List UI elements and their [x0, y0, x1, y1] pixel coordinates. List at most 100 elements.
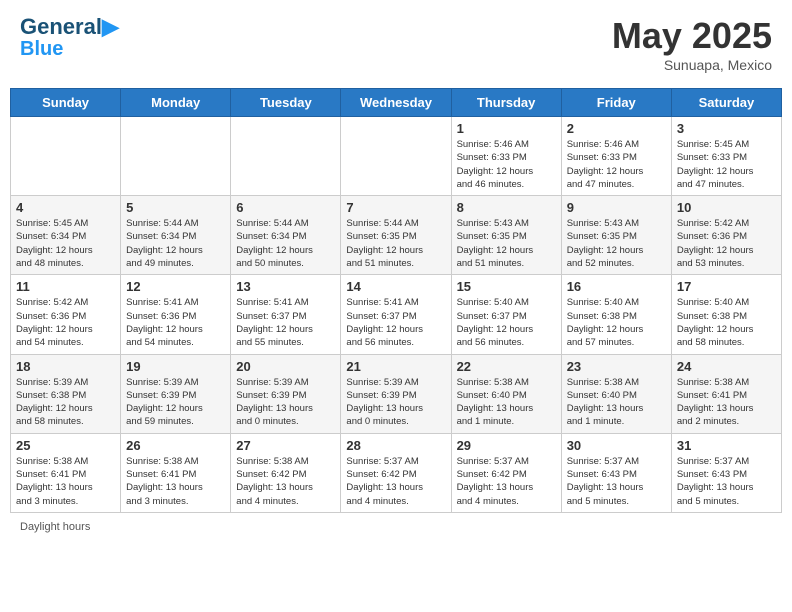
- calendar-day-cell: 9 Sunrise: 5:43 AM Sunset: 6:35 PM Daylig…: [561, 196, 671, 275]
- calendar-day-cell: 3 Sunrise: 5:45 AM Sunset: 6:33 PM Daylig…: [671, 117, 781, 196]
- calendar-day-cell: 27Sunrise: 5:38 AM Sunset: 6:42 PM Dayli…: [231, 433, 341, 512]
- calendar-day-cell: 11 Sunrise: 5:42 AM Sunset: 6:36 PM Dayli…: [11, 275, 121, 354]
- day-number: 21: [346, 359, 445, 374]
- calendar-day-cell: 15 Sunrise: 5:40 AM Sunset: 6:37 PM Dayli…: [451, 275, 561, 354]
- day-number: 16: [567, 279, 666, 294]
- day-info: Sunrise: 5:42 AM Sunset: 6:36 PM Dayligh…: [16, 296, 115, 349]
- day-info: Sunrise: 5:37 AM Sunset: 6:42 PM Dayligh…: [457, 455, 556, 508]
- day-info: Sunrise: 5:39 AM Sunset: 6:38 PM Dayligh…: [16, 376, 115, 429]
- calendar-day-cell: 23Sunrise: 5:38 AM Sunset: 6:40 PM Dayli…: [561, 354, 671, 433]
- day-of-week-header: Sunday: [11, 89, 121, 117]
- calendar-week-row: 25 Sunrise: 5:38 AM Sunset: 6:41 PM Dayli…: [11, 433, 782, 512]
- day-number: 22: [457, 359, 556, 374]
- calendar-day-cell: 7 Sunrise: 5:44 AM Sunset: 6:35 PM Daylig…: [341, 196, 451, 275]
- footer-label: Daylight hours: [20, 521, 90, 533]
- day-number: 20: [236, 359, 335, 374]
- calendar-day-cell: 30Sunrise: 5:37 AM Sunset: 6:43 PM Dayli…: [561, 433, 671, 512]
- logo-text: General▶: [20, 15, 119, 39]
- calendar-day-cell: 19 Sunrise: 5:39 AM Sunset: 6:39 PM Dayli…: [121, 354, 231, 433]
- calendar-day-cell: 5 Sunrise: 5:44 AM Sunset: 6:34 PM Daylig…: [121, 196, 231, 275]
- day-of-week-header: Monday: [121, 89, 231, 117]
- day-info: Sunrise: 5:41 AM Sunset: 6:37 PM Dayligh…: [236, 296, 335, 349]
- logo-blue: Blue: [20, 39, 119, 59]
- day-info: Sunrise: 5:43 AM Sunset: 6:35 PM Dayligh…: [567, 217, 666, 270]
- calendar-day-cell: 26Sunrise: 5:38 AM Sunset: 6:41 PM Dayli…: [121, 433, 231, 512]
- calendar-day-cell: 24 Sunrise: 5:38 AM Sunset: 6:41 PM Dayli…: [671, 354, 781, 433]
- day-number: 31: [677, 438, 776, 453]
- day-info: Sunrise: 5:37 AM Sunset: 6:43 PM Dayligh…: [567, 455, 666, 508]
- calendar-week-row: 11 Sunrise: 5:42 AM Sunset: 6:36 PM Dayli…: [11, 275, 782, 354]
- calendar-day-cell: 12Sunrise: 5:41 AM Sunset: 6:36 PM Dayli…: [121, 275, 231, 354]
- day-number: 10: [677, 200, 776, 215]
- calendar-week-row: 1 Sunrise: 5:46 AM Sunset: 6:33 PM Daylig…: [11, 117, 782, 196]
- day-number: 18: [16, 359, 115, 374]
- day-info: Sunrise: 5:41 AM Sunset: 6:36 PM Dayligh…: [126, 296, 225, 349]
- day-info: Sunrise: 5:44 AM Sunset: 6:35 PM Dayligh…: [346, 217, 445, 270]
- day-info: Sunrise: 5:44 AM Sunset: 6:34 PM Dayligh…: [126, 217, 225, 270]
- day-number: 2: [567, 121, 666, 136]
- calendar-day-cell: [341, 117, 451, 196]
- day-number: 14: [346, 279, 445, 294]
- day-of-week-header: Thursday: [451, 89, 561, 117]
- day-number: 19: [126, 359, 225, 374]
- day-info: Sunrise: 5:45 AM Sunset: 6:34 PM Dayligh…: [16, 217, 115, 270]
- day-number: 25: [16, 438, 115, 453]
- calendar-day-cell: 6 Sunrise: 5:44 AM Sunset: 6:34 PM Daylig…: [231, 196, 341, 275]
- day-number: 23: [567, 359, 666, 374]
- day-info: Sunrise: 5:45 AM Sunset: 6:33 PM Dayligh…: [677, 138, 776, 191]
- calendar-week-row: 18 Sunrise: 5:39 AM Sunset: 6:38 PM Dayli…: [11, 354, 782, 433]
- day-number: 5: [126, 200, 225, 215]
- calendar-day-cell: [121, 117, 231, 196]
- day-info: Sunrise: 5:46 AM Sunset: 6:33 PM Dayligh…: [457, 138, 556, 191]
- day-info: Sunrise: 5:38 AM Sunset: 6:41 PM Dayligh…: [677, 376, 776, 429]
- day-info: Sunrise: 5:37 AM Sunset: 6:43 PM Dayligh…: [677, 455, 776, 508]
- day-info: Sunrise: 5:40 AM Sunset: 6:38 PM Dayligh…: [567, 296, 666, 349]
- day-info: Sunrise: 5:39 AM Sunset: 6:39 PM Dayligh…: [126, 376, 225, 429]
- day-info: Sunrise: 5:38 AM Sunset: 6:40 PM Dayligh…: [457, 376, 556, 429]
- day-number: 27: [236, 438, 335, 453]
- day-number: 7: [346, 200, 445, 215]
- calendar-day-cell: 20Sunrise: 5:39 AM Sunset: 6:39 PM Dayli…: [231, 354, 341, 433]
- day-info: Sunrise: 5:38 AM Sunset: 6:41 PM Dayligh…: [16, 455, 115, 508]
- calendar-day-cell: 28 Sunrise: 5:37 AM Sunset: 6:42 PM Dayli…: [341, 433, 451, 512]
- day-info: Sunrise: 5:37 AM Sunset: 6:42 PM Dayligh…: [346, 455, 445, 508]
- day-number: 1: [457, 121, 556, 136]
- day-info: Sunrise: 5:44 AM Sunset: 6:34 PM Dayligh…: [236, 217, 335, 270]
- calendar-day-cell: [11, 117, 121, 196]
- calendar-day-cell: 8 Sunrise: 5:43 AM Sunset: 6:35 PM Daylig…: [451, 196, 561, 275]
- day-info: Sunrise: 5:43 AM Sunset: 6:35 PM Dayligh…: [457, 217, 556, 270]
- day-info: Sunrise: 5:42 AM Sunset: 6:36 PM Dayligh…: [677, 217, 776, 270]
- calendar-day-cell: 14Sunrise: 5:41 AM Sunset: 6:37 PM Dayli…: [341, 275, 451, 354]
- day-number: 3: [677, 121, 776, 136]
- month-title: May 2025: [612, 15, 772, 57]
- calendar-day-cell: 18 Sunrise: 5:39 AM Sunset: 6:38 PM Dayli…: [11, 354, 121, 433]
- calendar-day-cell: 4 Sunrise: 5:45 AM Sunset: 6:34 PM Daylig…: [11, 196, 121, 275]
- day-number: 8: [457, 200, 556, 215]
- calendar-day-cell: [231, 117, 341, 196]
- calendar-body: 1 Sunrise: 5:46 AM Sunset: 6:33 PM Daylig…: [11, 117, 782, 513]
- day-number: 29: [457, 438, 556, 453]
- page-header: General▶ Blue May 2025 Sunuapa, Mexico: [10, 10, 782, 78]
- day-number: 15: [457, 279, 556, 294]
- day-number: 4: [16, 200, 115, 215]
- calendar-day-cell: 22 Sunrise: 5:38 AM Sunset: 6:40 PM Dayli…: [451, 354, 561, 433]
- subtitle: Sunuapa, Mexico: [612, 57, 772, 73]
- day-info: Sunrise: 5:39 AM Sunset: 6:39 PM Dayligh…: [346, 376, 445, 429]
- day-number: 9: [567, 200, 666, 215]
- day-number: 17: [677, 279, 776, 294]
- day-info: Sunrise: 5:38 AM Sunset: 6:41 PM Dayligh…: [126, 455, 225, 508]
- calendar-day-cell: 1 Sunrise: 5:46 AM Sunset: 6:33 PM Daylig…: [451, 117, 561, 196]
- day-number: 11: [16, 279, 115, 294]
- calendar-header-row: SundayMondayTuesdayWednesdayThursdayFrid…: [11, 89, 782, 117]
- day-of-week-header: Tuesday: [231, 89, 341, 117]
- title-block: May 2025 Sunuapa, Mexico: [612, 15, 772, 73]
- day-number: 24: [677, 359, 776, 374]
- day-number: 28: [346, 438, 445, 453]
- day-info: Sunrise: 5:46 AM Sunset: 6:33 PM Dayligh…: [567, 138, 666, 191]
- day-of-week-header: Friday: [561, 89, 671, 117]
- calendar-day-cell: 21 Sunrise: 5:39 AM Sunset: 6:39 PM Dayli…: [341, 354, 451, 433]
- calendar-day-cell: 31 Sunrise: 5:37 AM Sunset: 6:43 PM Dayli…: [671, 433, 781, 512]
- day-info: Sunrise: 5:40 AM Sunset: 6:37 PM Dayligh…: [457, 296, 556, 349]
- calendar-week-row: 4 Sunrise: 5:45 AM Sunset: 6:34 PM Daylig…: [11, 196, 782, 275]
- day-number: 6: [236, 200, 335, 215]
